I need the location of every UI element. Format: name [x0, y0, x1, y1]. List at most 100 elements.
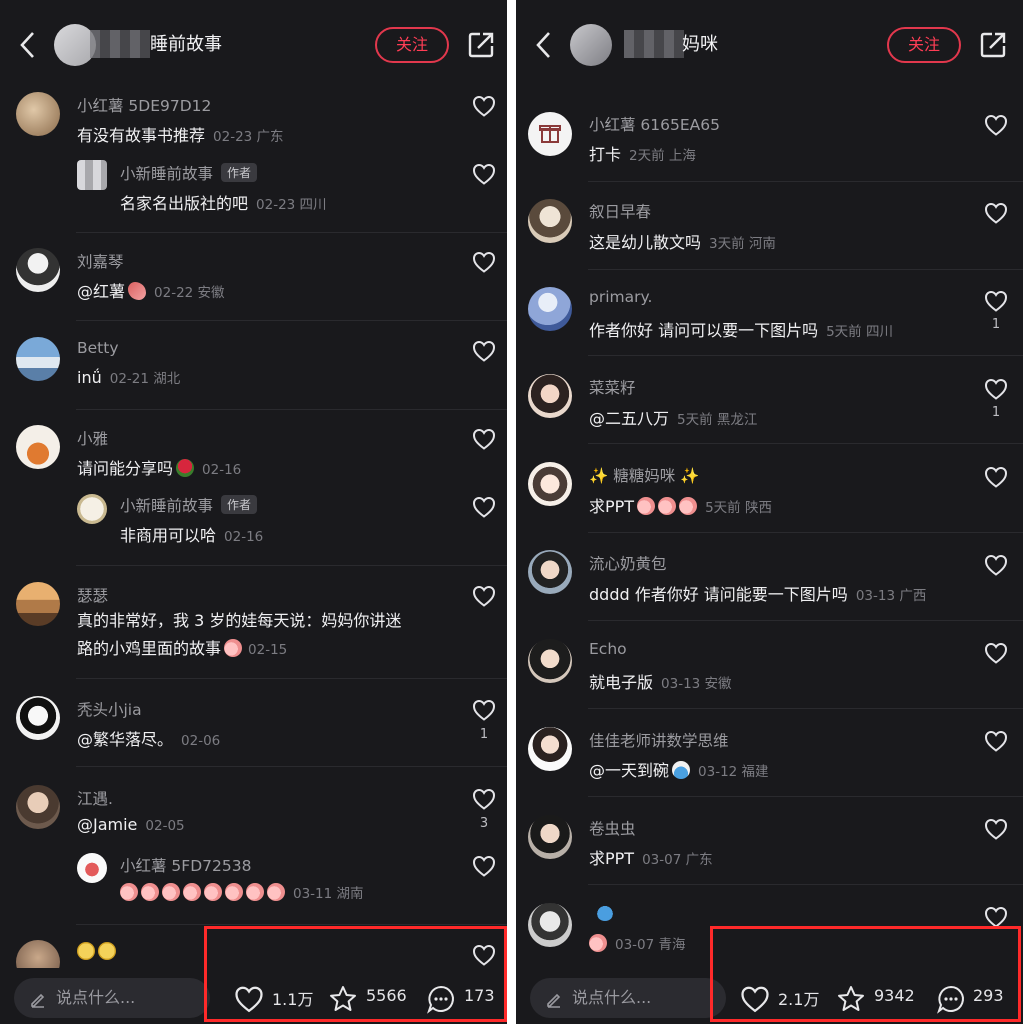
divider [76, 924, 507, 925]
divider [588, 443, 1023, 444]
highlight-box [204, 926, 507, 1022]
avatar[interactable] [528, 550, 572, 594]
heart-icon[interactable] [472, 699, 496, 721]
avatar[interactable] [528, 639, 572, 683]
avatar[interactable] [77, 160, 107, 190]
avatar[interactable] [16, 582, 60, 626]
avatar[interactable] [16, 248, 60, 292]
comment-author[interactable]: 刘嘉琴 [77, 250, 124, 272]
heart-icon[interactable] [984, 290, 1008, 312]
comment-author[interactable]: 佳佳老师讲数学思维 [589, 729, 729, 751]
heart-icon[interactable] [984, 114, 1008, 136]
divider [588, 181, 1023, 182]
heart-icon[interactable] [472, 163, 496, 185]
divider [588, 708, 1023, 709]
comment-text: @繁华落尽。 02-06 [77, 730, 221, 749]
comment-author[interactable]: Betty [77, 339, 119, 357]
divider [588, 884, 1023, 885]
heart-icon[interactable] [984, 642, 1008, 664]
avatar[interactable] [16, 337, 60, 381]
comment-author[interactable]: 小红薯 6165EA65 [589, 113, 720, 135]
heart-icon[interactable] [472, 251, 496, 273]
comment-author[interactable]: 小红薯 5DE97D12 [77, 94, 211, 116]
comment-text: 就电子版 03-13 安徽 [589, 673, 732, 692]
share-icon[interactable] [978, 30, 1008, 60]
comment-text: 作者你好 请问可以要一下图片吗 5天前 四川 [589, 321, 893, 340]
heart-icon[interactable] [472, 340, 496, 362]
heart-icon[interactable] [472, 95, 496, 117]
comment-author[interactable]: primary. [589, 288, 652, 306]
like-count: 1 [479, 727, 489, 742]
comment-author[interactable]: ✨ 糖糖妈咪 ✨ [589, 464, 699, 486]
heart-icon[interactable] [472, 855, 496, 877]
heart-icon[interactable] [472, 585, 496, 607]
back-icon[interactable] [532, 28, 556, 62]
comment-text [77, 942, 116, 961]
pen-icon [31, 993, 45, 1008]
highlight-box [710, 926, 1021, 1022]
like-count: 3 [479, 816, 489, 831]
right-comment-panel: 妈咪 关注 小红薯 6165EA65 打卡 2天前 上海 叙日早春 这是幼儿散文吗… [516, 0, 1023, 1024]
comment-author[interactable]: 流心奶黄包 [589, 552, 667, 574]
heart-icon[interactable] [472, 496, 496, 518]
avatar[interactable] [16, 696, 60, 740]
heart-icon[interactable] [984, 906, 1008, 928]
avatar[interactable] [528, 199, 572, 243]
avatar[interactable] [77, 494, 107, 524]
comment-author [596, 903, 614, 922]
comment-text: @一天到碗 03-12 福建 [589, 761, 769, 780]
comment-text: 这是幼儿散文吗 3天前 河南 [589, 233, 776, 252]
divider [76, 565, 507, 566]
back-icon[interactable] [16, 28, 40, 62]
comment-text: @Jamie 02-05 [77, 815, 185, 834]
comment-text: 请问能分享吗 02-16 [77, 459, 242, 478]
avatar[interactable] [528, 903, 572, 947]
avatar[interactable] [528, 815, 572, 859]
heart-icon[interactable] [984, 378, 1008, 400]
heart-icon[interactable] [984, 202, 1008, 224]
follow-button[interactable]: 关注 [375, 27, 449, 63]
author-avatar[interactable] [570, 24, 612, 66]
divider [76, 232, 507, 233]
heart-icon[interactable] [984, 818, 1008, 840]
avatar[interactable] [528, 727, 572, 771]
author-name: 睡前故事 [150, 34, 222, 55]
reply-text: 非商用可以哈 02-16 [120, 526, 264, 545]
heart-icon[interactable] [472, 428, 496, 450]
reply-text: 03-11 湖南 [120, 882, 364, 902]
comment-author[interactable]: 菜菜籽 [589, 376, 636, 398]
divider [588, 796, 1023, 797]
comment-text: @红薯 02-22 安徽 [77, 282, 225, 301]
comment-author[interactable]: 卷虫虫 [589, 817, 636, 839]
avatar[interactable] [16, 785, 60, 829]
heart-icon[interactable] [984, 554, 1008, 576]
blurred-name [90, 30, 150, 58]
comment-author[interactable]: 叙日早春 [589, 200, 651, 222]
avatar[interactable] [77, 853, 107, 883]
comment-author[interactable]: 小雅 [77, 427, 108, 449]
comment-author[interactable]: 秃头小jia [77, 698, 142, 720]
divider [76, 409, 507, 410]
avatar[interactable] [528, 112, 572, 156]
like-count: 1 [991, 317, 1001, 332]
reply-author[interactable]: 小新睡前故事 作者 [120, 162, 258, 184]
avatar[interactable] [528, 374, 572, 418]
comment-text: @二五八万 5天前 黑龙江 [589, 409, 758, 428]
comment-author[interactable]: Echo [589, 640, 627, 658]
avatar[interactable] [528, 462, 572, 506]
heart-icon[interactable] [472, 788, 496, 810]
comment-author[interactable]: 江遇. [77, 787, 113, 809]
divider [76, 766, 507, 767]
avatar[interactable] [528, 287, 572, 331]
avatar[interactable] [16, 92, 60, 136]
reply-author[interactable]: 小红薯 5FD72538 [120, 854, 251, 876]
heart-icon[interactable] [984, 466, 1008, 488]
avatar[interactable] [16, 425, 60, 469]
comment-author[interactable]: 瑟瑟 [77, 584, 108, 606]
share-icon[interactable] [466, 30, 496, 60]
reply-author[interactable]: 小新睡前故事 作者 [120, 494, 258, 516]
divider [76, 678, 507, 679]
heart-icon[interactable] [984, 730, 1008, 752]
comment-text: 求PPT 5天前 陕西 [589, 497, 772, 516]
follow-button[interactable]: 关注 [887, 27, 961, 63]
